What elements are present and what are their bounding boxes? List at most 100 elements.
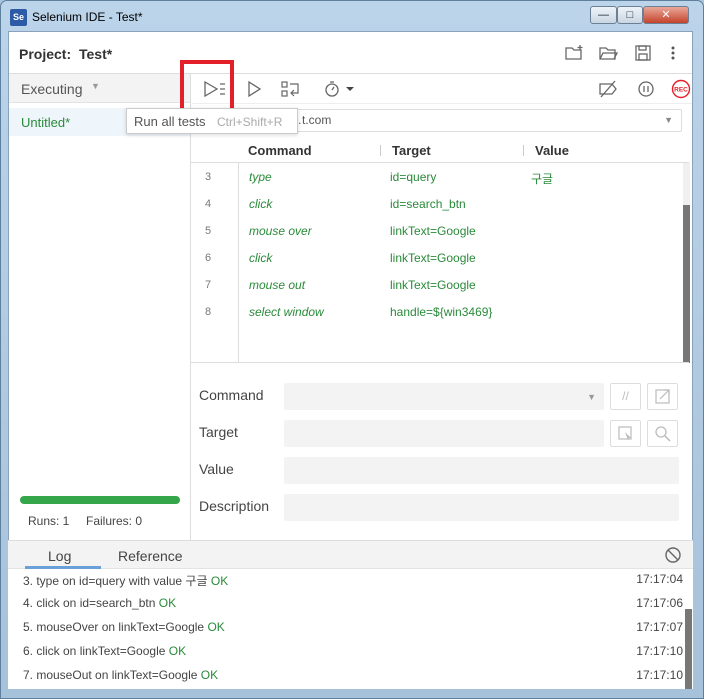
disable-breakpoints-icon[interactable] [597,79,619,99]
save-project-icon[interactable] [633,44,653,62]
table-header: Command Target Value [191,138,689,163]
table-row[interactable]: 3 type id=query 구글 [191,164,681,191]
row-command: type [249,170,272,184]
command-table: Command Target Value 3 type id=query 구글 … [191,138,689,363]
tooltip-shortcut: Ctrl+Shift+R [217,115,283,129]
table-divider [191,362,689,363]
log-entry-time: 17:17:10 [636,644,683,658]
log-entry-time: 17:17:04 [636,572,683,586]
row-command: mouse over [249,224,312,238]
base-url-input[interactable]: …t.com ▼ [283,109,682,132]
table-row[interactable]: 7 mouse out linkText=Google [191,272,681,299]
log-entry: 7. mouseOut on linkText=Google OK 17:17:… [23,668,683,692]
run-progress-bar [20,496,180,504]
command-select[interactable]: ▼ [284,383,604,410]
record-icon[interactable]: REC [670,79,692,99]
maximize-button[interactable]: □ [617,6,643,24]
description-input[interactable] [284,494,679,521]
speed-timer-icon[interactable] [322,79,358,99]
target-input[interactable] [284,420,604,447]
tab-reference[interactable]: Reference [118,548,183,564]
window-title: Selenium IDE - Test* [32,10,143,24]
log-entry-status: OK [168,644,187,658]
failures-count: Failures: 0 [86,514,143,528]
svg-text:REC: REC [674,87,688,94]
more-options-icon[interactable] [663,44,683,62]
row-command: select window [249,305,324,319]
open-project-icon[interactable] [598,44,619,62]
log-entry-time: 17:17:06 [636,596,683,610]
runs-count: Runs: 1 [28,514,70,528]
project-name[interactable]: Test* [79,46,112,62]
log-entry-text: 4. click on id=search_btn [23,596,159,610]
table-row[interactable]: 8 select window handle=${win3469} [191,299,681,326]
chevron-down-icon: ▼ [664,115,673,125]
run-current-test-icon[interactable] [244,79,264,99]
selenium-logo-icon: Se [10,9,27,26]
command-field-label: Command [199,387,264,403]
log-entry-status: OK [210,574,229,588]
log-tab-bar: Log Reference [8,541,693,569]
step-over-icon[interactable] [280,79,302,99]
row-command: mouse out [249,278,306,292]
log-entry-time: 17:17:07 [636,620,683,634]
row-target: linkText=Google [390,251,476,265]
title-bar: Se Selenium IDE - Test* — □ ✕ [1,1,703,33]
chevron-down-icon: ▼ [91,81,100,91]
log-entry-text: 6. click on linkText=Google [23,644,169,658]
row-target: linkText=Google [390,224,476,238]
column-header-value: Value [535,143,569,158]
row-target: linkText=Google [390,278,476,292]
log-entry-time: 17:17:10 [636,668,683,682]
row-command: click [249,197,273,211]
description-field-label: Description [199,498,270,514]
log-entry: 6. click on linkText=Google OK 17:17:10 [23,644,683,668]
row-number: 7 [205,279,212,291]
table-scrollbar-thumb[interactable] [683,205,690,363]
new-project-icon[interactable] [564,44,584,62]
tooltip-title: Run all tests [134,114,206,129]
tab-log[interactable]: Log [48,548,71,564]
log-entry-text: 7. mouseOut on linkText=Google [23,668,201,682]
row-value: 구글 [531,172,554,186]
clear-log-icon[interactable] [664,546,682,564]
run-all-highlight-box [180,60,234,112]
row-number: 8 [205,306,212,318]
comment-toggle-button[interactable]: // [610,383,641,410]
log-entry-status: OK [158,596,177,610]
table-row[interactable]: 5 mouse over linkText=Google [191,218,681,245]
active-tab-indicator [25,566,101,569]
log-entry: 5. mouseOver on linkText=Google OK 17:17… [23,620,683,644]
mode-selector[interactable]: Executing ▼ [9,74,190,103]
project-header: Project: Test* [9,32,692,74]
value-input[interactable] [284,457,679,484]
log-panel: Log Reference 3. type on id=query with v… [8,540,693,689]
column-divider [523,145,524,156]
log-scrollbar-thumb[interactable] [685,609,692,689]
log-entry-status: OK [200,668,219,682]
row-number: 6 [205,252,212,264]
project-label: Project: [19,46,72,62]
table-row[interactable]: 4 click id=search_btn [191,191,681,218]
log-entry: 3. type on id=query with value 구글 OK 17:… [23,572,683,596]
find-target-icon[interactable] [647,420,678,447]
test-item-label: Untitled* [21,115,71,130]
row-number: 4 [205,198,212,210]
log-entry-status: OK [207,620,225,634]
open-reference-icon[interactable] [647,383,678,410]
row-target: id=query [390,170,437,184]
row-command: click [249,251,273,265]
pause-icon[interactable] [635,79,657,99]
target-field-label: Target [199,424,238,440]
close-button[interactable]: ✕ [643,6,689,24]
row-target: handle=${win3469} [390,305,493,319]
table-row[interactable]: 6 click linkText=Google [191,245,681,272]
select-target-icon[interactable] [610,420,641,447]
column-header-command: Command [248,143,312,158]
log-entry-text: 3. type on id=query with value 구글 [23,574,211,588]
row-target: id=search_btn [390,197,466,211]
chevron-down-icon: ▼ [587,392,596,402]
log-entry: 4. click on id=search_btn OK 17:17:06 [23,596,683,620]
minimize-button[interactable]: — [590,6,617,24]
mode-label: Executing [21,81,83,97]
